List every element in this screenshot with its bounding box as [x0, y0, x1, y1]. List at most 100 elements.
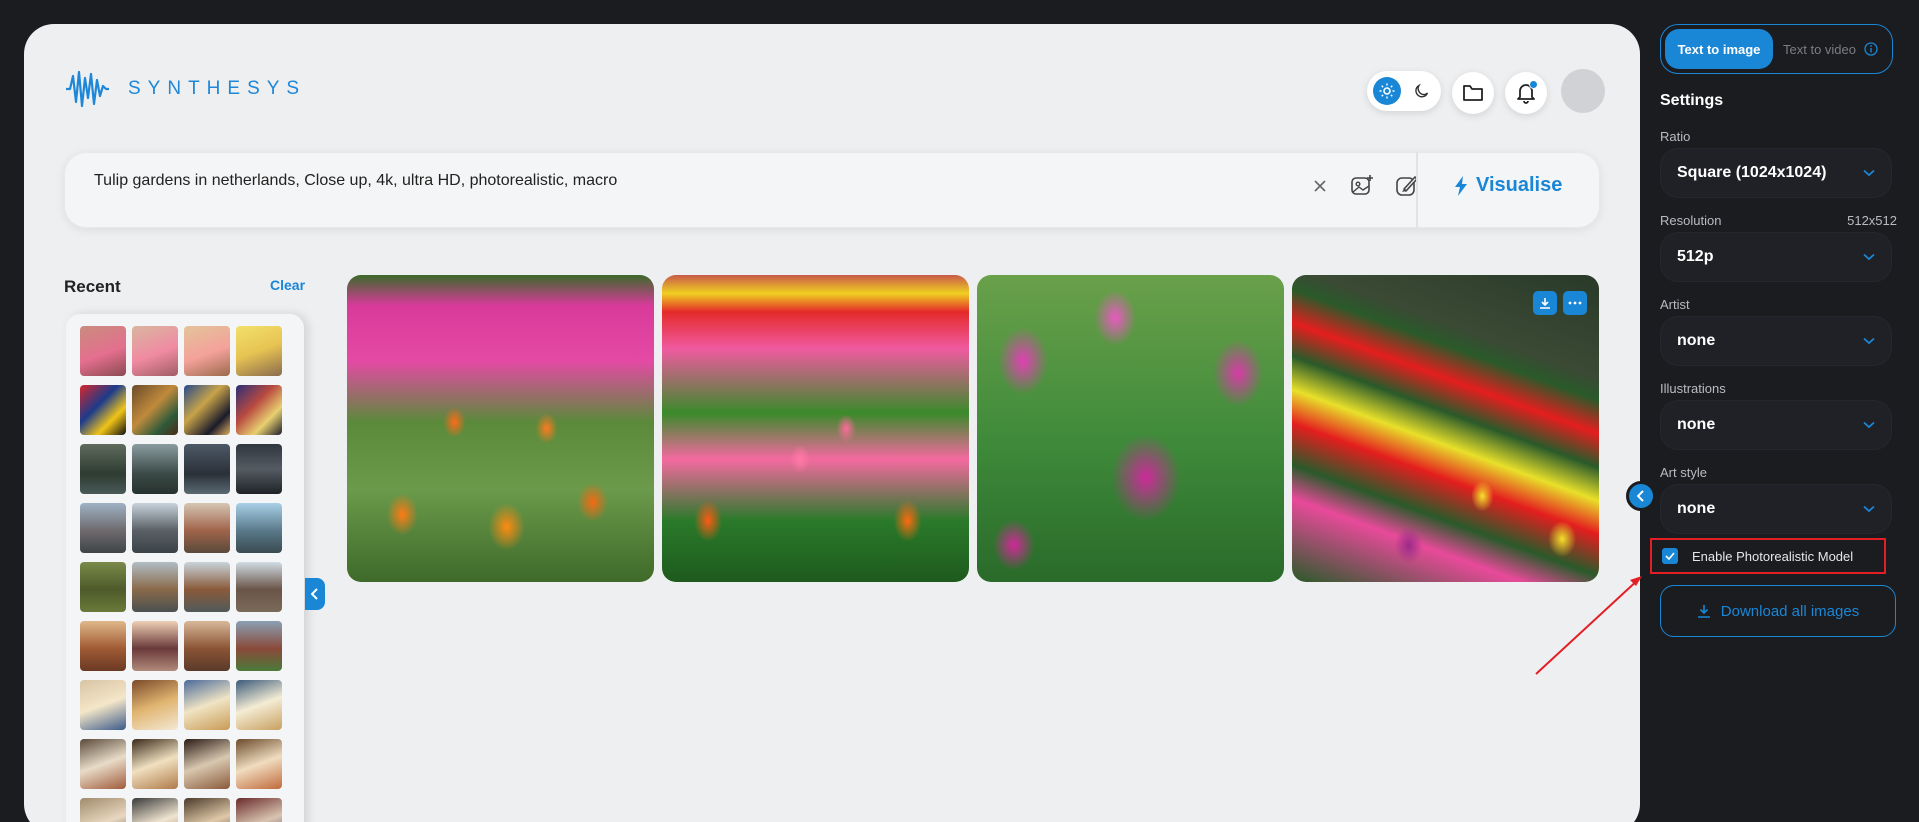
- recent-thumb[interactable]: [80, 680, 126, 730]
- collapse-recent-button[interactable]: [305, 578, 325, 610]
- more-icon: [1568, 301, 1582, 305]
- prompt-divider: [1416, 152, 1418, 228]
- logo-text: SYNTHESYS: [128, 78, 307, 99]
- resolution-select[interactable]: 512p: [1660, 232, 1892, 282]
- recent-thumb[interactable]: [184, 680, 230, 730]
- download-icon: [1540, 298, 1550, 309]
- notifications-button[interactable]: [1505, 72, 1547, 114]
- ratio-select[interactable]: Square (1024x1024): [1660, 148, 1892, 198]
- illustrations-label: Illustrations: [1660, 381, 1726, 396]
- recent-thumb[interactable]: [184, 621, 230, 671]
- recent-thumb[interactable]: [184, 326, 230, 376]
- art-style-value: none: [1677, 500, 1716, 517]
- recent-thumb[interactable]: [132, 621, 178, 671]
- generated-image[interactable]: [1292, 275, 1599, 582]
- theme-toggle[interactable]: [1367, 71, 1441, 111]
- ratio-label: Ratio: [1660, 129, 1691, 144]
- art-style-select[interactable]: none: [1660, 484, 1892, 534]
- recent-panel: [66, 314, 304, 822]
- recent-thumb[interactable]: [80, 503, 126, 553]
- recent-thumb[interactable]: [80, 326, 126, 376]
- tab-text-to-video-label: Text to video: [1783, 41, 1856, 57]
- lightning-icon: [1455, 175, 1467, 196]
- clear-prompt-button[interactable]: [1306, 172, 1334, 200]
- recent-thumb[interactable]: [236, 385, 282, 435]
- recent-thumb[interactable]: [184, 739, 230, 789]
- recent-thumb[interactable]: [236, 444, 282, 494]
- recent-thumb[interactable]: [236, 621, 282, 671]
- moon-icon[interactable]: [1411, 80, 1433, 102]
- logo[interactable]: SYNTHESYS: [64, 68, 306, 110]
- recent-thumb[interactable]: [80, 739, 126, 789]
- recent-thumb[interactable]: [184, 385, 230, 435]
- tab-text-to-image[interactable]: Text to image: [1665, 29, 1773, 69]
- close-icon: [1314, 180, 1326, 192]
- download-all-label: Download all images: [1720, 602, 1860, 620]
- chevron-down-icon: [1863, 253, 1875, 261]
- visualise-button[interactable]: Visualise: [1454, 174, 1562, 197]
- chevron-down-icon: [1863, 337, 1875, 345]
- resolution-value: 512p: [1677, 248, 1714, 265]
- recent-thumb[interactable]: [236, 798, 282, 822]
- recent-thumb[interactable]: [184, 503, 230, 553]
- generated-image[interactable]: [977, 275, 1284, 582]
- recent-thumb[interactable]: [132, 444, 178, 494]
- recent-thumb[interactable]: [184, 444, 230, 494]
- annotation-arrow-icon: [1535, 576, 1642, 675]
- recent-thumb[interactable]: [184, 798, 230, 822]
- recent-title: Recent: [64, 277, 121, 296]
- prompt-input[interactable]: Tulip gardens in netherlands, Close up, …: [94, 172, 617, 190]
- recent-thumb[interactable]: [80, 621, 126, 671]
- recent-thumb[interactable]: [236, 326, 282, 376]
- recent-grid: [80, 326, 304, 822]
- settings-title: Settings: [1660, 92, 1724, 109]
- more-options-button[interactable]: [1563, 291, 1587, 315]
- download-all-button[interactable]: Download all images: [1660, 585, 1896, 637]
- recent-thumb[interactable]: [132, 798, 178, 822]
- photorealistic-checkbox[interactable]: [1662, 548, 1678, 564]
- prompt-bar: Tulip gardens in netherlands, Close up, …: [64, 152, 1600, 228]
- recent-thumb[interactable]: [80, 385, 126, 435]
- settings-sidebar: Text to image Text to video Settings Rat…: [1650, 0, 1919, 822]
- recent-thumb[interactable]: [80, 562, 126, 612]
- artist-label: Artist: [1660, 297, 1690, 312]
- notification-dot: [1529, 80, 1538, 89]
- recent-thumb[interactable]: [132, 739, 178, 789]
- recent-thumb[interactable]: [236, 503, 282, 553]
- chevron-down-icon: [1863, 421, 1875, 429]
- download-image-button[interactable]: [1533, 291, 1557, 315]
- collapse-settings-button[interactable]: [1626, 481, 1656, 511]
- generated-image[interactable]: [662, 275, 969, 582]
- illustrations-select[interactable]: none: [1660, 400, 1892, 450]
- main-panel: SYNTHESYS Tulip gardens in netherlands, …: [24, 24, 1640, 822]
- recent-thumb[interactable]: [184, 562, 230, 612]
- recent-thumb[interactable]: [132, 503, 178, 553]
- recent-thumb[interactable]: [132, 385, 178, 435]
- avatar[interactable]: [1561, 69, 1605, 113]
- image-actions: [1533, 291, 1587, 315]
- image-plus-icon: [1351, 175, 1373, 195]
- sun-icon[interactable]: [1373, 77, 1401, 105]
- artist-select[interactable]: none: [1660, 316, 1892, 366]
- folder-button[interactable]: [1452, 72, 1494, 114]
- photorealistic-label: Enable Photorealistic Model: [1692, 548, 1854, 564]
- generated-image[interactable]: [347, 275, 654, 582]
- waveform-logo-icon: [66, 70, 109, 108]
- image-add-button[interactable]: [1348, 172, 1376, 200]
- art-style-label: Art style: [1660, 465, 1707, 480]
- recent-thumb[interactable]: [80, 444, 126, 494]
- recent-thumb[interactable]: [80, 798, 126, 822]
- info-icon[interactable]: [1864, 42, 1878, 56]
- recent-thumb[interactable]: [132, 680, 178, 730]
- tab-text-to-video[interactable]: Text to video: [1783, 42, 1878, 57]
- photorealistic-toggle[interactable]: Enable Photorealistic Model: [1650, 538, 1886, 574]
- recent-thumb[interactable]: [132, 562, 178, 612]
- recent-thumb[interactable]: [236, 562, 282, 612]
- visualise-label: Visualise: [1476, 174, 1563, 196]
- clear-recent-button[interactable]: Clear: [270, 277, 305, 293]
- recent-thumb[interactable]: [132, 326, 178, 376]
- recent-thumb[interactable]: [236, 680, 282, 730]
- mode-switch: Text to image Text to video: [1660, 24, 1893, 74]
- chevron-down-icon: [1863, 169, 1875, 177]
- recent-thumb[interactable]: [236, 739, 282, 789]
